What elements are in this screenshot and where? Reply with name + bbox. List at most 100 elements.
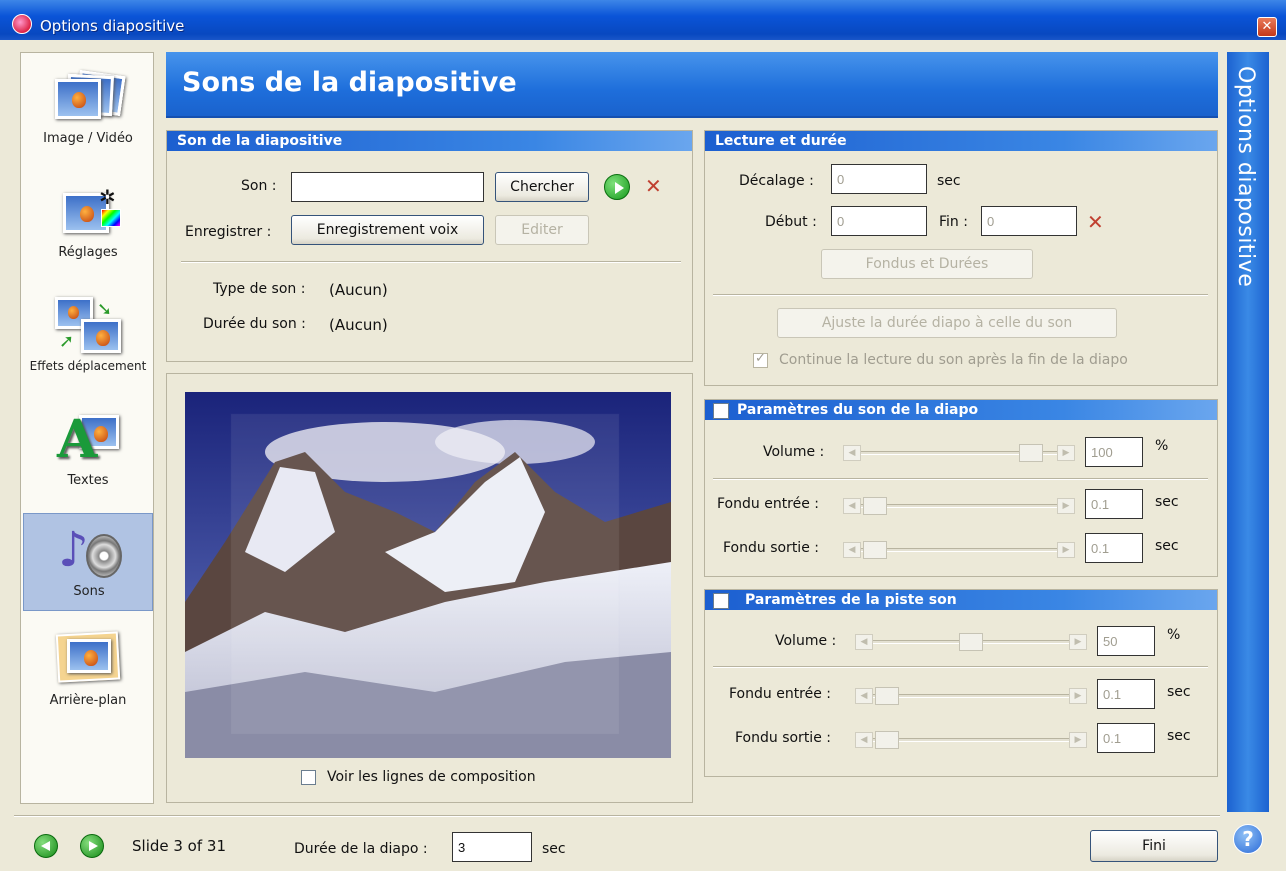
- sidebar-item-textes[interactable]: A Textes: [23, 403, 153, 501]
- divider: [713, 294, 1208, 296]
- slide-duration-label: Durée de la diapo :: [294, 841, 428, 857]
- fade-out-label: Fondu sortie :: [723, 540, 819, 556]
- fit-duration-button[interactable]: Ajuste la durée diapo à celle du son: [777, 308, 1117, 338]
- vertical-title: Options diapositive: [1233, 66, 1258, 288]
- speaker-music-icon: ♪: [52, 522, 126, 580]
- text-icon: A: [51, 409, 125, 470]
- sidebar-item-label: Textes: [67, 473, 109, 488]
- start-input[interactable]: [831, 206, 927, 236]
- fade-in-input[interactable]: [1085, 489, 1143, 519]
- track-sound-params-checkbox[interactable]: [713, 593, 729, 609]
- background-icon: [51, 631, 125, 689]
- sound-duration-value: (Aucun): [329, 316, 388, 334]
- clear-end-icon[interactable]: ✕: [1087, 212, 1104, 232]
- sidebar-item-image-video[interactable]: Image / Vidéo: [23, 61, 153, 159]
- previous-slide-icon[interactable]: [34, 834, 58, 858]
- offset-input[interactable]: [831, 164, 927, 194]
- sidebar-item-effets[interactable]: ➘ ➚ Effets déplacement: [23, 289, 153, 387]
- track-volume-unit: %: [1167, 627, 1181, 643]
- fade-out-unit: sec: [1155, 538, 1179, 554]
- sidebar-item-sons[interactable]: ♪ Sons: [23, 513, 153, 611]
- track-fade-out-input[interactable]: [1097, 723, 1155, 753]
- slide-duration-unit: sec: [542, 841, 566, 857]
- slide-sound-params-title: Paramètres du son de la diapo: [705, 400, 1217, 420]
- dialog-window: Options diapositive ✕ Image / Vidéo ✲ Ré…: [0, 0, 1286, 871]
- next-slide-icon[interactable]: [80, 834, 104, 858]
- sidebar-item-label: Effets déplacement: [29, 359, 147, 373]
- sound-type-label: Type de son :: [213, 281, 306, 297]
- slide-duration-input[interactable]: [452, 832, 532, 862]
- sidebar: Image / Vidéo ✲ Réglages ➘ ➚ Effets dépl…: [20, 52, 154, 804]
- volume-input[interactable]: [1085, 437, 1143, 467]
- close-button[interactable]: ✕: [1257, 17, 1277, 37]
- app-icon: [12, 14, 32, 34]
- edit-button[interactable]: Editer: [495, 215, 589, 245]
- continue-playback-label: Continue la lecture du son après la fin …: [779, 352, 1128, 368]
- track-fade-in-unit: sec: [1167, 684, 1191, 700]
- fade-in-slider[interactable]: ◀ ▶: [843, 497, 1075, 515]
- continue-playback-checkbox[interactable]: ✓: [753, 351, 768, 368]
- fade-out-input[interactable]: [1085, 533, 1143, 563]
- image-video-icon: [51, 69, 126, 127]
- slide-sound-params-checkbox[interactable]: [713, 403, 729, 419]
- track-volume-input[interactable]: [1097, 626, 1155, 656]
- track-volume-label: Volume :: [775, 633, 837, 649]
- page-header: Sons de la diapositive: [166, 52, 1218, 118]
- motion-effects-icon: ➘ ➚: [51, 297, 125, 355]
- title-bar[interactable]: Options diapositive ✕: [0, 0, 1286, 40]
- track-fade-in-label: Fondu entrée :: [729, 686, 832, 702]
- start-label: Début :: [765, 214, 817, 230]
- end-label: Fin :: [939, 214, 968, 230]
- divider: [713, 478, 1208, 480]
- sound-type-value: (Aucun): [329, 281, 388, 299]
- track-fade-in-slider[interactable]: ◀ ▶: [855, 687, 1087, 705]
- preview-panel: Voir les lignes de composition: [166, 373, 693, 803]
- playback-panel-title: Lecture et durée: [705, 131, 1217, 151]
- slide-counter: Slide 3 of 31: [132, 837, 226, 855]
- sidebar-item-label: Arrière-plan: [49, 693, 127, 708]
- sound-panel: Son de la diapositive Son : Chercher ✕ E…: [166, 130, 693, 362]
- sidebar-item-arriere-plan[interactable]: Arrière-plan: [23, 623, 153, 721]
- fades-durations-button[interactable]: Fondus et Durées: [821, 249, 1033, 279]
- play-icon[interactable]: [604, 174, 630, 200]
- delete-sound-icon[interactable]: ✕: [645, 176, 662, 196]
- slide-sound-params-panel: Paramètres du son de la diapo Volume : ◀…: [704, 399, 1218, 577]
- fade-out-slider[interactable]: ◀ ▶: [843, 541, 1075, 559]
- window-title: Options diapositive: [40, 17, 185, 35]
- offset-label: Décalage :: [739, 173, 814, 189]
- record-voice-button[interactable]: Enregistrement voix: [291, 215, 484, 245]
- offset-unit: sec: [937, 173, 961, 189]
- track-fade-in-input[interactable]: [1097, 679, 1155, 709]
- sidebar-item-label: Réglages: [58, 245, 118, 260]
- footer-divider: [14, 815, 1220, 817]
- slide-preview-image: [185, 392, 671, 758]
- composition-lines-checkbox[interactable]: [301, 770, 316, 785]
- track-sound-params-panel: Paramètres de la piste son Volume : ◀▶ %…: [704, 589, 1218, 777]
- sound-file-input[interactable]: [291, 172, 484, 202]
- finish-button[interactable]: Fini: [1090, 830, 1218, 862]
- sound-label: Son :: [241, 178, 277, 194]
- vertical-title-bar: Options diapositive: [1227, 52, 1269, 812]
- playback-panel: Lecture et durée Décalage : sec Début : …: [704, 130, 1218, 386]
- browse-button[interactable]: Chercher: [495, 172, 589, 202]
- track-volume-slider[interactable]: ◀ ▶: [855, 633, 1087, 651]
- divider: [713, 666, 1208, 668]
- track-fade-out-unit: sec: [1167, 728, 1191, 744]
- track-fade-out-slider[interactable]: ◀ ▶: [855, 731, 1087, 749]
- sidebar-item-label: Sons: [73, 584, 105, 599]
- track-fade-out-label: Fondu sortie :: [735, 730, 831, 746]
- divider: [181, 261, 681, 263]
- end-input[interactable]: [981, 206, 1077, 236]
- page-title: Sons de la diapositive: [182, 67, 517, 98]
- fade-in-label: Fondu entrée :: [717, 496, 820, 512]
- sidebar-item-reglages[interactable]: ✲ Réglages: [23, 175, 153, 273]
- record-label: Enregistrer :: [185, 224, 272, 240]
- track-sound-params-title: Paramètres de la piste son: [705, 590, 1217, 610]
- help-icon[interactable]: ?: [1233, 824, 1263, 854]
- volume-slider[interactable]: ◀ ▶: [843, 444, 1075, 462]
- volume-unit: %: [1155, 438, 1169, 454]
- sidebar-item-label: Image / Vidéo: [43, 131, 133, 146]
- sound-panel-title: Son de la diapositive: [167, 131, 692, 151]
- composition-lines-label: Voir les lignes de composition: [327, 769, 536, 785]
- volume-label: Volume :: [763, 444, 825, 460]
